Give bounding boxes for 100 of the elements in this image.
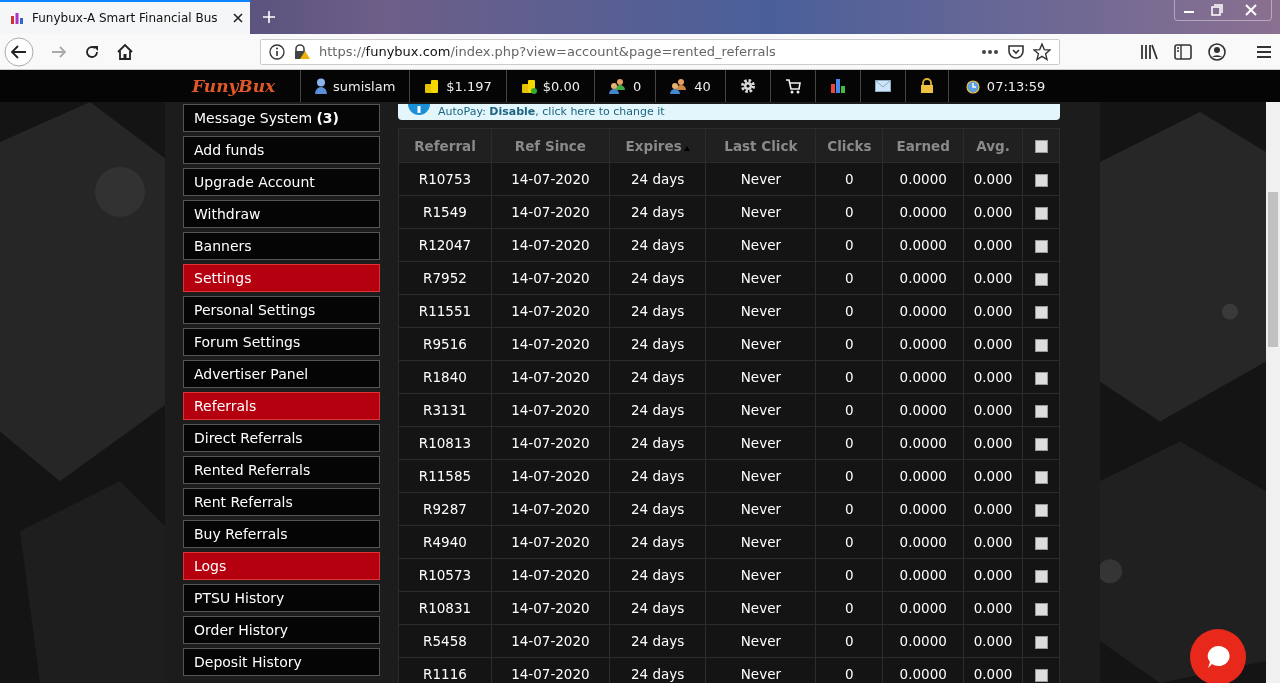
- menu-item[interactable]: PTSU History: [183, 584, 380, 612]
- window-controls[interactable]: [1174, 0, 1272, 21]
- table-cell: 24 days: [609, 294, 706, 328]
- row-checkbox[interactable]: [1034, 206, 1048, 220]
- site-logo[interactable]: FunyBux: [192, 76, 300, 96]
- menu-item[interactable]: Rented Referrals: [183, 456, 380, 484]
- row-checkbox[interactable]: [1034, 536, 1048, 550]
- table-cell: Never: [705, 525, 816, 559]
- menu-item[interactable]: Rent Referrals: [183, 488, 380, 516]
- row-checkbox[interactable]: [1034, 239, 1048, 253]
- table-cell: 0.0000: [882, 195, 964, 229]
- new-tab-icon[interactable]: [262, 10, 276, 24]
- table-cell: R5458: [398, 624, 492, 658]
- notice-banner[interactable]: AutoPay: Disable, click here to change it: [398, 104, 1060, 120]
- table-cell: 14-07-2020: [491, 426, 610, 460]
- column-header[interactable]: Clicks: [815, 128, 883, 163]
- address-bar[interactable]: https://funybux.com/index.php?view=account&page=rented_referrals: [260, 38, 1060, 65]
- table-cell: 0.000: [963, 393, 1023, 427]
- table-cell: Never: [705, 459, 816, 493]
- library-icon[interactable]: [1140, 43, 1158, 60]
- row-checkbox[interactable]: [1034, 668, 1048, 682]
- row-checkbox[interactable]: [1034, 437, 1048, 451]
- info-icon[interactable]: [269, 43, 285, 60]
- row-checkbox[interactable]: [1034, 602, 1048, 616]
- row-checkbox[interactable]: [1034, 635, 1048, 649]
- column-header[interactable]: Expires: [609, 128, 706, 163]
- menu-section-header[interactable]: Settings: [183, 264, 380, 292]
- menu-item[interactable]: Direct Referrals: [183, 424, 380, 452]
- table-cell: 14-07-2020: [491, 162, 610, 196]
- menu-item[interactable]: Deposit History: [183, 648, 380, 676]
- table-cell: Never: [705, 228, 816, 262]
- row-checkbox[interactable]: [1034, 272, 1048, 286]
- table-cell: R10753: [398, 162, 492, 196]
- padlock-icon: [919, 78, 934, 94]
- row-checkbox[interactable]: [1034, 305, 1048, 319]
- table-cell: 0.000: [963, 195, 1023, 229]
- notice-text: AutoPay: Disable, click here to change it: [438, 104, 665, 120]
- row-checkbox[interactable]: [1034, 338, 1048, 352]
- table-cell: 0.000: [963, 591, 1023, 625]
- column-header[interactable]: Earned: [882, 128, 964, 163]
- reload-icon[interactable]: [84, 43, 100, 60]
- menu-icon[interactable]: [1256, 44, 1272, 59]
- column-header[interactable]: Last Click: [705, 128, 816, 163]
- table-cell: R11551: [398, 294, 492, 328]
- table-cell: 0.000: [963, 327, 1023, 361]
- sidebar-icon[interactable]: [1174, 43, 1192, 60]
- alarm-clock-icon: [964, 78, 981, 94]
- table-cell: 0.0000: [882, 327, 964, 361]
- table-cell: 14-07-2020: [491, 261, 610, 295]
- more-icon[interactable]: [981, 48, 999, 55]
- tab-title: Funybux-A Smart Financial Bus: [32, 11, 219, 25]
- row-checkbox[interactable]: [1034, 569, 1048, 583]
- menu-item[interactable]: Order History: [183, 616, 380, 644]
- column-header[interactable]: Avg.: [963, 128, 1023, 163]
- column-header[interactable]: Ref Since: [491, 128, 610, 163]
- menu-item[interactable]: Personal Settings: [183, 296, 380, 324]
- table-cell: 24 days: [609, 492, 706, 526]
- pocket-icon[interactable]: [1007, 43, 1025, 60]
- menu-item[interactable]: Add funds: [183, 136, 380, 164]
- table-cell: Never: [705, 327, 816, 361]
- table-cell: R7952: [398, 261, 492, 295]
- lock-warning-icon[interactable]: [293, 43, 311, 60]
- table-cell: 0.000: [963, 459, 1023, 493]
- row-checkbox[interactable]: [1034, 173, 1048, 187]
- menu-item[interactable]: Withdraw: [183, 200, 380, 228]
- coins-plus-icon: [520, 78, 537, 94]
- row-checkbox[interactable]: [1034, 503, 1048, 517]
- menu-item[interactable]: Upgrade Account: [183, 168, 380, 196]
- close-icon[interactable]: [232, 12, 244, 24]
- menu-item[interactable]: Buy Referrals: [183, 520, 380, 548]
- home-icon[interactable]: [116, 42, 134, 61]
- bar-chart-icon: [829, 78, 846, 94]
- column-header[interactable]: Referral: [398, 128, 492, 163]
- row-checkbox[interactable]: [1034, 470, 1048, 484]
- star-icon[interactable]: [1033, 42, 1051, 61]
- menu-section-header[interactable]: Referrals: [183, 392, 380, 420]
- table-cell: Never: [705, 195, 816, 229]
- menu-item[interactable]: Forum Settings: [183, 328, 380, 356]
- table-cell: 0: [815, 360, 883, 394]
- menu-item[interactable]: Message System (3): [183, 104, 380, 132]
- table-cell: 0.000: [963, 624, 1023, 658]
- row-checkbox[interactable]: [1034, 371, 1048, 385]
- back-icon[interactable]: [4, 36, 34, 67]
- table-cell: 0.0000: [882, 558, 964, 592]
- account-icon[interactable]: [1208, 42, 1226, 61]
- scrollbar[interactable]: [1266, 102, 1280, 683]
- chat-bubble-icon: [1205, 644, 1231, 670]
- table-cell: 0.0000: [882, 228, 964, 262]
- select-all-checkbox[interactable]: [1034, 140, 1048, 153]
- menu-section-header[interactable]: Logs: [183, 552, 380, 580]
- table-cell: Never: [705, 558, 816, 592]
- row-checkbox[interactable]: [1034, 404, 1048, 418]
- scrollbar-thumb[interactable]: [1268, 192, 1278, 347]
- menu-item[interactable]: Banners: [183, 232, 380, 260]
- mail-icon: [874, 80, 891, 92]
- browser-tab[interactable]: Funybux-A Smart Financial Bus: [0, 0, 250, 34]
- table-cell: 0.0000: [882, 624, 964, 658]
- table-cell: R12047: [398, 228, 492, 262]
- table-cell: 0.0000: [882, 426, 964, 460]
- menu-item[interactable]: Advertiser Panel: [183, 360, 380, 388]
